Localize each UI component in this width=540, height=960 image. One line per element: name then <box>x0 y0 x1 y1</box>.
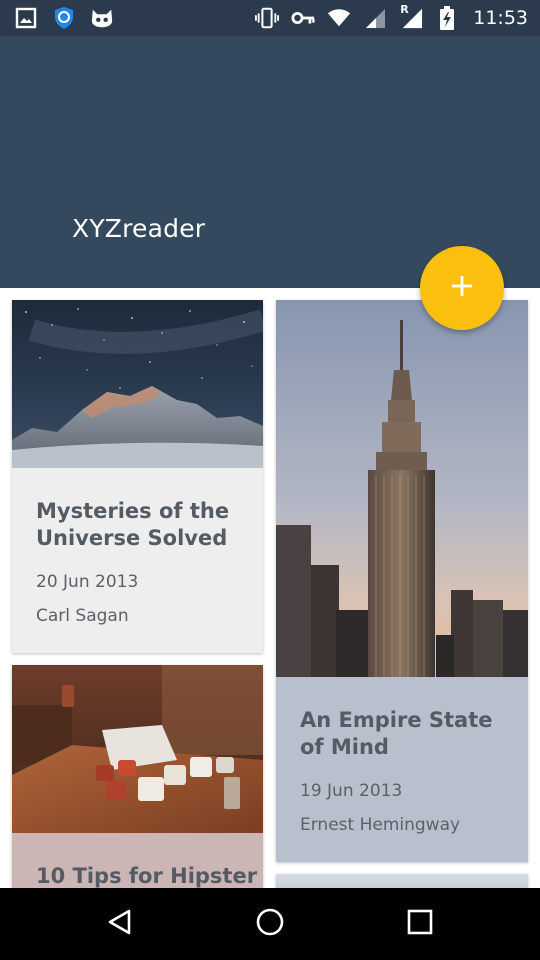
article-grid[interactable]: Mysteries of the Universe Solved 20 Jun … <box>0 288 540 888</box>
article-thumbnail-empire-state-building <box>276 300 528 677</box>
back-button[interactable] <box>102 906 138 942</box>
article-card[interactable]: Mysteries of the Universe Solved 20 Jun … <box>12 300 263 653</box>
signal-icon <box>363 6 387 30</box>
article-card[interactable] <box>276 874 528 888</box>
recents-icon <box>407 909 433 939</box>
plus-icon <box>450 274 474 302</box>
navigation-bar <box>0 888 540 960</box>
home-icon <box>255 907 285 941</box>
wifi-icon <box>327 6 351 30</box>
battery-charging-icon <box>435 6 459 30</box>
article-thumbnail-mountain-night-sky <box>12 300 263 468</box>
article-thumbnail-cups-on-table <box>12 665 263 833</box>
image-icon <box>14 6 38 30</box>
add-fab-button[interactable] <box>420 246 504 330</box>
home-button[interactable] <box>252 906 288 942</box>
article-author: Carl Sagan <box>36 606 129 626</box>
article-meta: Mysteries of the Universe Solved 20 Jun … <box>12 468 263 653</box>
roaming-label: R <box>400 3 409 16</box>
article-title: 10 Tips for Hipster <box>36 864 258 888</box>
article-title: Mysteries of the Universe Solved <box>36 499 230 550</box>
signal-roaming-icon: R <box>399 3 423 30</box>
article-author: Ernest Hemingway <box>300 815 461 835</box>
cat-icon <box>90 6 114 30</box>
article-title: An Empire State of Mind <box>300 708 493 759</box>
article-meta: An Empire State of Mind 19 Jun 2013 Erne… <box>276 677 528 862</box>
app-title: XYZreader <box>72 214 206 243</box>
recents-button[interactable] <box>402 906 438 942</box>
article-card[interactable]: An Empire State of Mind 19 Jun 2013 Erne… <box>276 300 528 862</box>
status-bar: R 11:53 <box>0 0 540 36</box>
article-card[interactable]: 10 Tips for Hipster <box>12 665 263 888</box>
article-date: 20 Jun 2013 <box>36 572 139 592</box>
back-icon <box>106 908 134 940</box>
article-thumbnail <box>276 874 528 888</box>
shield-icon <box>52 6 76 30</box>
article-date: 19 Jun 2013 <box>300 781 403 801</box>
vibrate-icon <box>255 6 280 30</box>
key-icon <box>291 6 315 30</box>
status-time: 11:53 <box>473 7 528 29</box>
article-meta: 10 Tips for Hipster <box>12 833 263 888</box>
